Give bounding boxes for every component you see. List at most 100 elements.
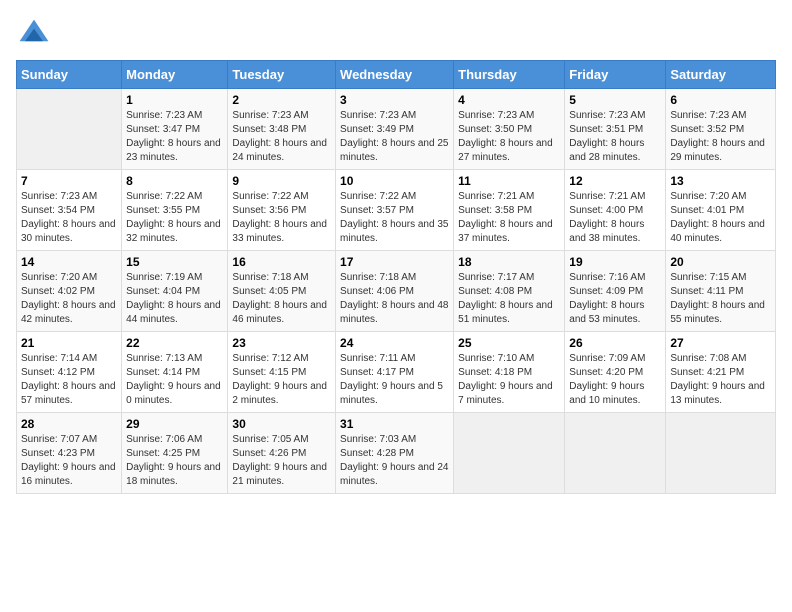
day-info: Sunrise: 7:18 AM Sunset: 4:06 PM Dayligh…: [340, 271, 449, 327]
calendar-cell: [454, 413, 565, 494]
daylight-text: Daylight: 9 hours and 5 minutes.: [340, 380, 449, 408]
weekday-header-thursday: Thursday: [454, 61, 565, 89]
daylight-text: Daylight: 8 hours and 24 minutes.: [232, 137, 331, 165]
day-number: 8: [126, 174, 223, 188]
day-info: Sunrise: 7:16 AM Sunset: 4:09 PM Dayligh…: [569, 271, 661, 327]
weekday-header-tuesday: Tuesday: [228, 61, 336, 89]
sunrise-text: Sunrise: 7:14 AM: [21, 352, 117, 366]
day-number: 6: [670, 93, 771, 107]
day-info: Sunrise: 7:21 AM Sunset: 4:00 PM Dayligh…: [569, 190, 661, 246]
calendar-cell: 15 Sunrise: 7:19 AM Sunset: 4:04 PM Dayl…: [122, 251, 228, 332]
sunrise-text: Sunrise: 7:03 AM: [340, 433, 449, 447]
day-info: Sunrise: 7:20 AM Sunset: 4:01 PM Dayligh…: [670, 190, 771, 246]
calendar-cell: 5 Sunrise: 7:23 AM Sunset: 3:51 PM Dayli…: [565, 89, 666, 170]
sunrise-text: Sunrise: 7:21 AM: [458, 190, 560, 204]
day-info: Sunrise: 7:15 AM Sunset: 4:11 PM Dayligh…: [670, 271, 771, 327]
sunset-text: Sunset: 4:05 PM: [232, 285, 331, 299]
calendar-cell: [17, 89, 122, 170]
weekday-header-friday: Friday: [565, 61, 666, 89]
sunset-text: Sunset: 3:54 PM: [21, 204, 117, 218]
calendar-cell: 20 Sunrise: 7:15 AM Sunset: 4:11 PM Dayl…: [666, 251, 776, 332]
day-info: Sunrise: 7:06 AM Sunset: 4:25 PM Dayligh…: [126, 433, 223, 489]
sunrise-text: Sunrise: 7:18 AM: [340, 271, 449, 285]
daylight-text: Daylight: 8 hours and 57 minutes.: [21, 380, 117, 408]
sunrise-text: Sunrise: 7:22 AM: [126, 190, 223, 204]
day-info: Sunrise: 7:03 AM Sunset: 4:28 PM Dayligh…: [340, 433, 449, 489]
day-number: 18: [458, 255, 560, 269]
day-info: Sunrise: 7:22 AM Sunset: 3:57 PM Dayligh…: [340, 190, 449, 246]
sunrise-text: Sunrise: 7:23 AM: [126, 109, 223, 123]
day-number: 5: [569, 93, 661, 107]
day-info: Sunrise: 7:23 AM Sunset: 3:49 PM Dayligh…: [340, 109, 449, 165]
day-number: 22: [126, 336, 223, 350]
calendar-cell: 22 Sunrise: 7:13 AM Sunset: 4:14 PM Dayl…: [122, 332, 228, 413]
day-info: Sunrise: 7:23 AM Sunset: 3:48 PM Dayligh…: [232, 109, 331, 165]
day-number: 30: [232, 417, 331, 431]
calendar-cell: 16 Sunrise: 7:18 AM Sunset: 4:05 PM Dayl…: [228, 251, 336, 332]
calendar-cell: 14 Sunrise: 7:20 AM Sunset: 4:02 PM Dayl…: [17, 251, 122, 332]
sunrise-text: Sunrise: 7:12 AM: [232, 352, 331, 366]
daylight-text: Daylight: 8 hours and 38 minutes.: [569, 218, 661, 246]
logo: [16, 16, 56, 52]
day-info: Sunrise: 7:10 AM Sunset: 4:18 PM Dayligh…: [458, 352, 560, 408]
sunset-text: Sunset: 4:12 PM: [21, 366, 117, 380]
day-number: 19: [569, 255, 661, 269]
calendar-cell: 3 Sunrise: 7:23 AM Sunset: 3:49 PM Dayli…: [336, 89, 454, 170]
calendar-cell: 2 Sunrise: 7:23 AM Sunset: 3:48 PM Dayli…: [228, 89, 336, 170]
calendar-week-3: 14 Sunrise: 7:20 AM Sunset: 4:02 PM Dayl…: [17, 251, 776, 332]
sunset-text: Sunset: 3:52 PM: [670, 123, 771, 137]
daylight-text: Daylight: 8 hours and 30 minutes.: [21, 218, 117, 246]
weekday-row: SundayMondayTuesdayWednesdayThursdayFrid…: [17, 61, 776, 89]
daylight-text: Daylight: 8 hours and 44 minutes.: [126, 299, 223, 327]
day-number: 29: [126, 417, 223, 431]
sunset-text: Sunset: 4:28 PM: [340, 447, 449, 461]
sunset-text: Sunset: 4:26 PM: [232, 447, 331, 461]
sunset-text: Sunset: 3:55 PM: [126, 204, 223, 218]
day-info: Sunrise: 7:07 AM Sunset: 4:23 PM Dayligh…: [21, 433, 117, 489]
day-info: Sunrise: 7:08 AM Sunset: 4:21 PM Dayligh…: [670, 352, 771, 408]
calendar-cell: 26 Sunrise: 7:09 AM Sunset: 4:20 PM Dayl…: [565, 332, 666, 413]
day-info: Sunrise: 7:13 AM Sunset: 4:14 PM Dayligh…: [126, 352, 223, 408]
sunset-text: Sunset: 3:47 PM: [126, 123, 223, 137]
sunrise-text: Sunrise: 7:23 AM: [21, 190, 117, 204]
daylight-text: Daylight: 9 hours and 10 minutes.: [569, 380, 661, 408]
daylight-text: Daylight: 8 hours and 51 minutes.: [458, 299, 560, 327]
sunrise-text: Sunrise: 7:15 AM: [670, 271, 771, 285]
day-number: 15: [126, 255, 223, 269]
calendar-cell: 12 Sunrise: 7:21 AM Sunset: 4:00 PM Dayl…: [565, 170, 666, 251]
daylight-text: Daylight: 8 hours and 28 minutes.: [569, 137, 661, 165]
day-info: Sunrise: 7:19 AM Sunset: 4:04 PM Dayligh…: [126, 271, 223, 327]
day-number: 13: [670, 174, 771, 188]
day-info: Sunrise: 7:17 AM Sunset: 4:08 PM Dayligh…: [458, 271, 560, 327]
day-info: Sunrise: 7:12 AM Sunset: 4:15 PM Dayligh…: [232, 352, 331, 408]
calendar-cell: 7 Sunrise: 7:23 AM Sunset: 3:54 PM Dayli…: [17, 170, 122, 251]
calendar-table: SundayMondayTuesdayWednesdayThursdayFrid…: [16, 60, 776, 494]
weekday-header-sunday: Sunday: [17, 61, 122, 89]
sunset-text: Sunset: 4:17 PM: [340, 366, 449, 380]
daylight-text: Daylight: 9 hours and 0 minutes.: [126, 380, 223, 408]
daylight-text: Daylight: 9 hours and 24 minutes.: [340, 461, 449, 489]
calendar-cell: 6 Sunrise: 7:23 AM Sunset: 3:52 PM Dayli…: [666, 89, 776, 170]
sunrise-text: Sunrise: 7:08 AM: [670, 352, 771, 366]
sunrise-text: Sunrise: 7:16 AM: [569, 271, 661, 285]
day-number: 28: [21, 417, 117, 431]
day-number: 3: [340, 93, 449, 107]
sunset-text: Sunset: 3:48 PM: [232, 123, 331, 137]
day-number: 4: [458, 93, 560, 107]
sunrise-text: Sunrise: 7:13 AM: [126, 352, 223, 366]
sunset-text: Sunset: 4:01 PM: [670, 204, 771, 218]
sunrise-text: Sunrise: 7:23 AM: [569, 109, 661, 123]
day-number: 20: [670, 255, 771, 269]
daylight-text: Daylight: 8 hours and 37 minutes.: [458, 218, 560, 246]
daylight-text: Daylight: 8 hours and 35 minutes.: [340, 218, 449, 246]
daylight-text: Daylight: 8 hours and 23 minutes.: [126, 137, 223, 165]
calendar-cell: 30 Sunrise: 7:05 AM Sunset: 4:26 PM Dayl…: [228, 413, 336, 494]
day-info: Sunrise: 7:23 AM Sunset: 3:54 PM Dayligh…: [21, 190, 117, 246]
calendar-body: 1 Sunrise: 7:23 AM Sunset: 3:47 PM Dayli…: [17, 89, 776, 494]
sunset-text: Sunset: 3:49 PM: [340, 123, 449, 137]
sunset-text: Sunset: 4:25 PM: [126, 447, 223, 461]
sunset-text: Sunset: 4:20 PM: [569, 366, 661, 380]
day-number: 27: [670, 336, 771, 350]
day-info: Sunrise: 7:23 AM Sunset: 3:51 PM Dayligh…: [569, 109, 661, 165]
daylight-text: Daylight: 8 hours and 27 minutes.: [458, 137, 560, 165]
